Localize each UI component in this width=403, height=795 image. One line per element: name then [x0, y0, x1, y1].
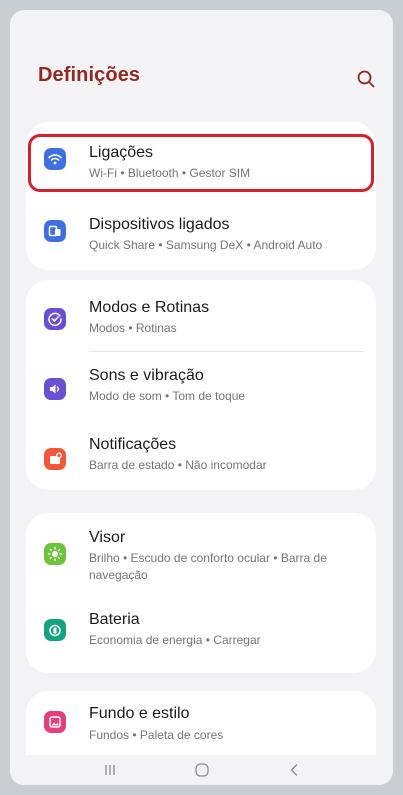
recents-button[interactable] — [80, 755, 140, 785]
settings-item-subtitle: Brilho • Escudo de conforto ocular • Bar… — [89, 551, 327, 582]
settings-item-subtitle: Economia de energia • Carregar — [89, 633, 261, 647]
settings-item-title: Sons e vibração — [89, 367, 204, 384]
settings-item-modos-e-rotinas[interactable]: Modos e Rotinas Modos • Rotinas — [26, 280, 376, 350]
settings-item-title: Dispositivos ligados — [89, 216, 230, 233]
search-button[interactable] — [353, 66, 379, 92]
back-icon — [290, 764, 298, 776]
battery-icon — [44, 619, 66, 641]
devices-icon — [44, 220, 66, 242]
settings-item-title: Ligações — [89, 144, 154, 161]
settings-group-display: Visor Brilho • Escudo de conforto ocular… — [26, 513, 376, 673]
brightness-icon — [44, 543, 66, 565]
header: Definições — [10, 10, 393, 122]
settings-item-title: Modos e Rotinas — [89, 299, 210, 316]
home-button[interactable] — [172, 755, 232, 785]
settings-item-fundo-e-estilo[interactable]: Fundo e estilo Fundos • Paleta de cores — [26, 691, 376, 755]
settings-item-subtitle: Quick Share • Samsung DeX • Android Auto — [89, 238, 323, 252]
back-button[interactable] — [264, 755, 324, 785]
recents-icon — [105, 765, 115, 775]
home-icon — [195, 763, 209, 777]
settings-group-connections: Ligações Wi-Fi • Bluetooth • Gestor SIM … — [26, 122, 376, 270]
settings-item-ligacoes[interactable]: Ligações Wi-Fi • Bluetooth • Gestor SIM — [26, 122, 376, 196]
settings-group-modes: Modos e Rotinas Modos • Rotinas Sons e v… — [26, 280, 376, 490]
settings-item-subtitle: Modos • Rotinas — [89, 321, 177, 335]
wallpaper-icon — [44, 711, 66, 733]
settings-item-dispositivos-ligados[interactable]: Dispositivos ligados Quick Share • Samsu… — [26, 196, 376, 270]
settings-item-bateria[interactable]: Bateria Economia de energia • Carregar — [26, 599, 376, 673]
modes-check-icon — [44, 308, 66, 330]
settings-item-subtitle: Barra de estado • Não incomodar — [89, 458, 267, 472]
page-title: Definições — [38, 64, 141, 86]
settings-screen: Definições Ligações Wi-Fi • Bluetooth • … — [10, 10, 393, 785]
settings-item-title: Visor — [89, 529, 126, 546]
settings-item-subtitle: Fundos • Paleta de cores — [89, 728, 224, 742]
settings-item-visor[interactable]: Visor Brilho • Escudo de conforto ocular… — [26, 513, 376, 599]
search-icon — [357, 70, 375, 88]
settings-item-subtitle: Wi-Fi • Bluetooth • Gestor SIM — [89, 166, 251, 180]
settings-item-title: Fundo e estilo — [89, 705, 190, 722]
settings-item-title: Notificações — [89, 436, 177, 453]
settings-item-notificacoes[interactable]: Notificações Barra de estado • Não incom… — [26, 422, 376, 490]
settings-item-title: Bateria — [89, 611, 140, 628]
speaker-icon — [44, 378, 66, 400]
notification-icon — [44, 448, 66, 470]
settings-item-sons-e-vibracao[interactable]: Sons e vibração Modo de som • Tom de toq… — [26, 352, 376, 422]
wifi-icon — [44, 148, 66, 170]
navigation-bar — [10, 755, 393, 785]
settings-item-subtitle: Modo de som • Tom de toque — [89, 389, 246, 403]
